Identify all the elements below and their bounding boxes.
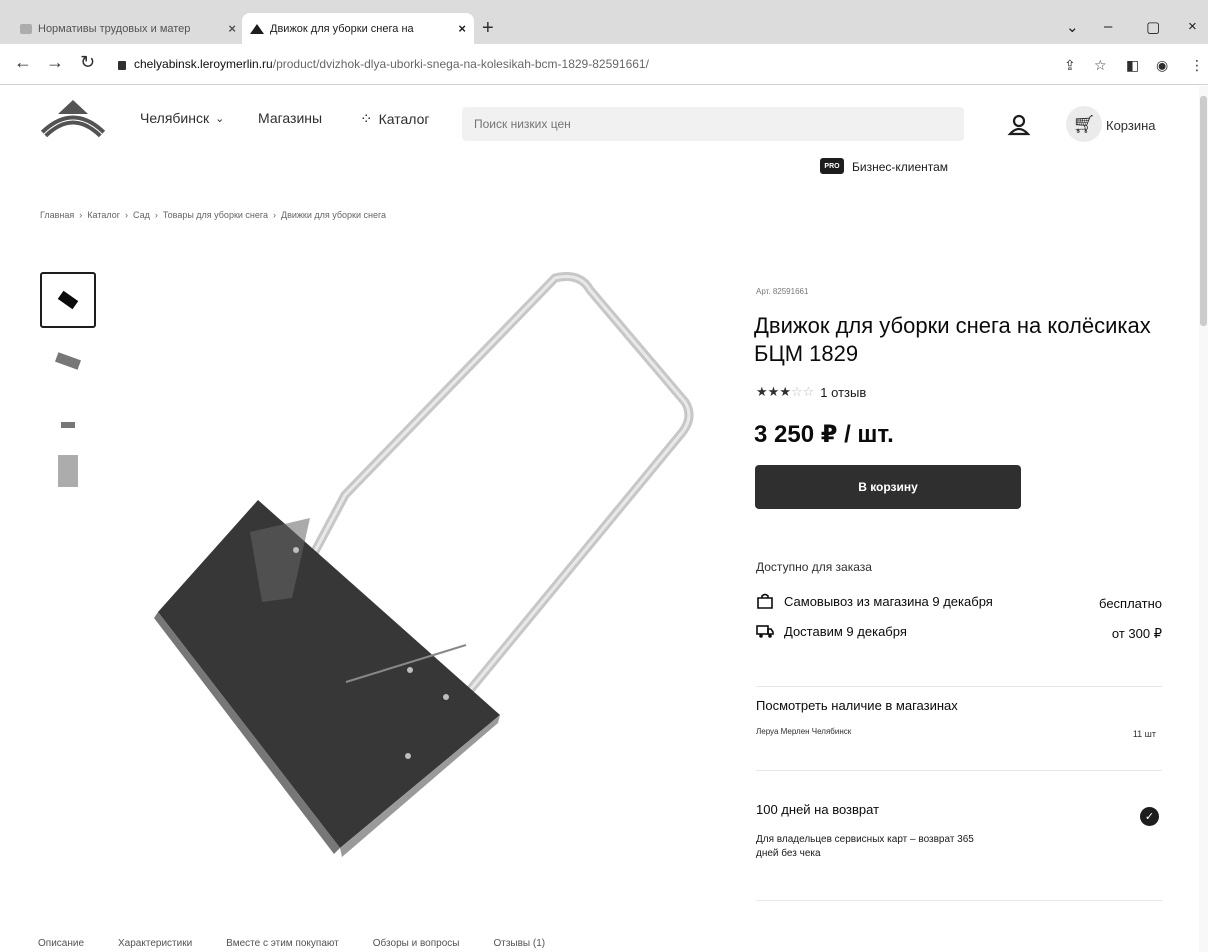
stores-label: Магазины [258,110,323,126]
checkmark-icon: ✓ [1140,807,1159,826]
product-sku: Арт. 82591661 [756,287,809,296]
cart-button[interactable]: 🛒︎ [1066,106,1102,142]
address-bar: ← → ↻ chelyabinsk.leroymerlin.ru/product… [0,44,1208,85]
tab-description[interactable]: Описание [38,938,84,949]
window-close-icon[interactable]: × [1188,18,1197,35]
pickup-price: бесплатно [1099,596,1162,611]
new-tab-icon[interactable]: + [482,17,494,40]
close-tab-icon[interactable]: × [458,21,466,36]
star-empty-icon: ☆ [790,384,803,399]
forward-arrow-icon[interactable]: → [46,52,64,73]
page-scrollbar[interactable] [1199,86,1208,952]
tab-search-chevron-icon[interactable]: ⌄ [1066,18,1079,36]
city-selector[interactable]: Челябинск ⌄ [140,110,224,126]
business-clients-link[interactable]: Бизнес-клиентам [852,160,948,174]
leroy-favicon-icon [250,23,264,34]
breadcrumb-home[interactable]: Главная [40,210,74,220]
url-field[interactable]: chelyabinsk.leroymerlin.ru/product/dvizh… [112,53,1042,75]
bookmark-star-icon[interactable]: ☆ [1094,57,1107,74]
divider [756,770,1162,771]
star-filled-icon: ★ [779,384,791,399]
stores-link[interactable]: Магазины [258,110,322,126]
reload-icon[interactable]: ↻ [80,52,95,73]
tab-favicon-icon [20,23,32,34]
catalog-icon: ⁘ [360,111,373,128]
gallery-thumb-1[interactable] [40,272,96,328]
product-price: 3 250 ₽ / шт. [754,421,894,448]
cart-icon: 🛒︎ [1072,113,1096,134]
tab-bought-together[interactable]: Вместе с этим покупают [226,938,339,949]
product-thumb-image [58,455,78,487]
breadcrumb-separator: › [124,210,128,220]
breadcrumb-catalog[interactable]: Каталог [87,210,120,220]
delivery-option[interactable]: Доставим 9 декабря [756,623,907,639]
close-tab-icon[interactable]: × [228,21,236,36]
product-main-image[interactable] [110,250,730,890]
product-tabs: Описание Характеристики Вместе с этим по… [38,938,545,949]
search-input[interactable] [462,107,964,141]
browser-tab-normativy[interactable]: Нормативы трудовых и матер × [12,13,244,44]
tab-specs[interactable]: Характеристики [118,938,192,949]
breadcrumb-garden[interactable]: Сад [133,210,150,220]
star-filled-icon: ★ [767,384,780,399]
maximize-icon[interactable]: ▢ [1146,18,1160,36]
delivery-truck-icon [756,625,774,638]
product-title: Движок для уборки снега на колёсиках БЦМ… [754,313,1151,366]
tab-title: Нормативы трудовых и матер [38,22,191,35]
pickup-label: Самовывоз из магазина 9 декабря [784,593,993,609]
breadcrumb-snow-pushers[interactable]: Движки для уборки снега [281,210,386,220]
store-stock-qty: 11 шт [1132,729,1156,739]
breadcrumb: Главная › Каталог › Сад › Товары для уборки… [40,210,386,220]
lock-icon [118,60,126,70]
add-to-cart-button[interactable]: В корзину [755,465,1021,509]
availability-label: Доступно для заказа [756,560,872,574]
product-thumb-image [57,290,79,310]
reviews-link[interactable]: 1 отзыв [820,385,866,400]
store-name: Леруа Мерлен Челябинск [756,727,852,736]
city-label: Челябинск [140,110,210,126]
catalog-label: Каталог [378,111,430,127]
chevron-down-icon: ⌄ [215,112,225,125]
returns-description: Для владельцев сервисных карт – возврат … [756,834,974,859]
leroy-merlin-logo[interactable] [40,98,106,142]
delivery-price: от 300 ₽ [1111,626,1162,641]
sidepanel-icon[interactable]: ◧ [1126,57,1139,74]
tab-questions[interactable]: Обзоры и вопросы [373,938,460,949]
tab-reviews[interactable]: Отзывы (1) [493,938,545,949]
pickup-option[interactable]: Самовывоз из магазина 9 декабря [756,593,993,609]
divider [756,686,1162,687]
browser-tab-active[interactable]: Движок для уборки снега на × [242,13,474,44]
returns-title: 100 дней на возврат [756,802,880,817]
minimize-icon[interactable]: – [1104,18,1112,35]
back-arrow-icon[interactable]: ← [14,52,32,73]
tab-title: Движок для уборки снега на [270,22,414,35]
star-filled-icon: ★ [756,384,768,399]
breadcrumb-separator: › [79,210,83,220]
gallery-thumb-2[interactable] [40,334,96,390]
cart-label[interactable]: Корзина [1106,118,1156,133]
gallery-thumb-4[interactable] [40,444,96,500]
scrollbar-thumb[interactable] [1200,96,1207,326]
share-icon[interactable]: ⇪ [1064,57,1076,74]
pro-badge-icon: PRO [820,158,844,174]
browser-tab-bar: Нормативы трудовых и матер × Движок для … [0,0,1208,44]
breadcrumb-separator: › [154,210,158,220]
user-icon[interactable] [1006,112,1032,138]
star-empty-icon: ☆ [802,384,815,399]
shopping-bag-icon [757,593,773,609]
url-host: chelyabinsk.leroymerlin.ru [134,57,273,71]
divider [756,900,1162,901]
url-path: /product/dvizhok-dlya-uborki-snega-na-ko… [272,57,649,71]
check-stock-link[interactable]: Посмотреть наличие в магазинах [756,698,958,713]
delivery-label: Доставим 9 декабря [784,623,907,639]
breadcrumb-separator: › [272,210,276,220]
breadcrumb-snow-goods[interactable]: Товары для уборки снега [163,210,268,220]
product-thumb-image [55,352,81,370]
browser-menu-icon[interactable]: ⋮ [1190,57,1204,74]
rating-stars[interactable]: ★ ★ ★ ☆ ☆ 1 отзыв [756,384,866,400]
product-thumb-image [61,422,75,428]
profile-icon[interactable]: ◉ [1156,57,1168,74]
catalog-button[interactable]: ⁘ Каталог [360,110,429,128]
